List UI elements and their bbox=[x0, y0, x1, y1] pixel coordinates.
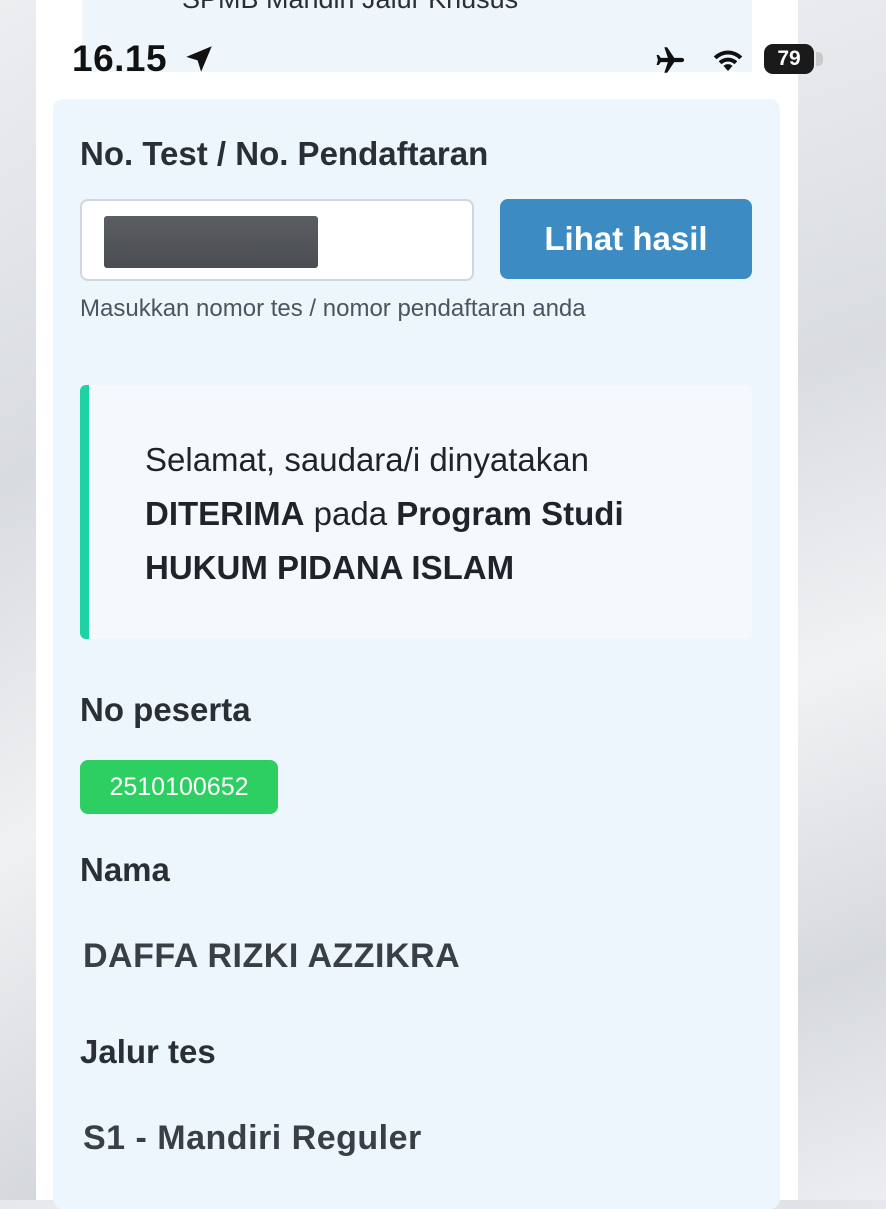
program-name: HUKUM PIDANA ISLAM bbox=[145, 549, 515, 586]
test-number-label: No. Test / No. Pendaftaran bbox=[80, 135, 489, 172]
airplane-icon bbox=[656, 47, 685, 73]
result-alert: Selamat, saudara/i dinyatakan DITERIMA p… bbox=[80, 385, 752, 639]
no-peserta-badge: 2510100652 bbox=[80, 760, 278, 814]
view-result-button[interactable]: Lihat hasil bbox=[500, 199, 752, 279]
result-status: DITERIMA bbox=[145, 495, 305, 532]
banner-title: SPMB Mandiri Jalur Khusus bbox=[182, 0, 518, 15]
background-left bbox=[0, 0, 36, 1200]
test-number-input[interactable] bbox=[80, 199, 474, 281]
no-peserta-label: No peserta bbox=[80, 691, 251, 728]
status-time: 16.15 bbox=[72, 38, 168, 79]
battery-icon: 79 bbox=[764, 44, 823, 74]
nama-label: Nama bbox=[80, 851, 170, 888]
nama-value: DAFFA RIZKI AZZIKRA bbox=[83, 937, 461, 975]
jalur-label: Jalur tes bbox=[80, 1033, 216, 1070]
redacted-value bbox=[104, 216, 318, 268]
phone-screen: SPMB Mandiri Jalur Khusus 16.15 79 No. T… bbox=[36, 0, 823, 1209]
program-label: Program Studi bbox=[396, 495, 624, 532]
result-line1: Selamat, saudara/i dinyatakan bbox=[145, 441, 589, 478]
result-card: No. Test / No. Pendaftaran Lihat hasil M… bbox=[53, 99, 780, 1209]
battery-level: 79 bbox=[777, 47, 801, 70]
location-arrow-icon bbox=[186, 46, 212, 72]
wifi-icon bbox=[713, 50, 743, 71]
input-hint: Masukkan nomor tes / nomor pendaftaran a… bbox=[80, 295, 586, 322]
result-message: Selamat, saudara/i dinyatakan DITERIMA p… bbox=[145, 433, 705, 595]
jalur-value: S1 - Mandiri Reguler bbox=[83, 1119, 422, 1157]
background-right bbox=[796, 0, 886, 1200]
result-connector: pada bbox=[304, 495, 397, 532]
